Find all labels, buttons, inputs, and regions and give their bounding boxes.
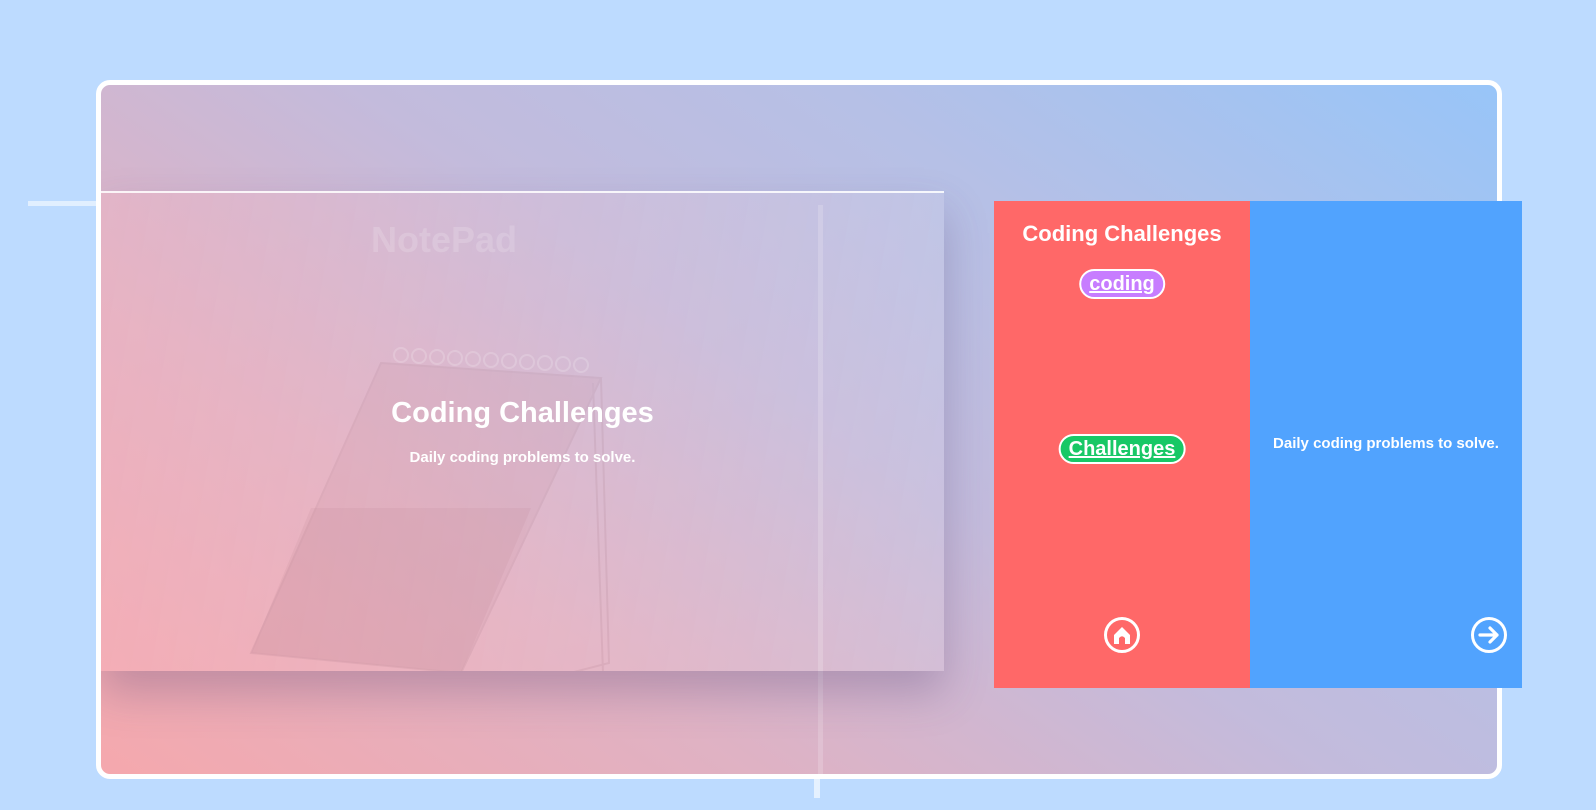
home-button[interactable]: [1103, 616, 1141, 654]
home-icon: [1104, 617, 1140, 653]
card-description: Daily coding problems to solve.: [1273, 435, 1499, 452]
tag-coding[interactable]: coding: [1079, 269, 1165, 299]
hero-subtitle: Daily coding problems to solve.: [409, 449, 636, 466]
notepad-illustration: [249, 347, 611, 671]
next-button[interactable]: [1470, 616, 1508, 654]
hero-banner: NotePad Coding Challenges Daily coding p…: [101, 191, 944, 671]
card-title: Coding Challenges: [1022, 221, 1222, 246]
hero-title: Coding Challenges: [391, 397, 654, 429]
tag-challenges[interactable]: Challenges: [1058, 434, 1186, 464]
hero-watermark: NotePad: [371, 219, 518, 260]
description-card: Daily coding problems to solve.: [1250, 201, 1522, 688]
coding-challenges-card: Coding Challenges coding Challenges: [994, 201, 1250, 688]
arrow-right-icon: [1471, 617, 1507, 653]
